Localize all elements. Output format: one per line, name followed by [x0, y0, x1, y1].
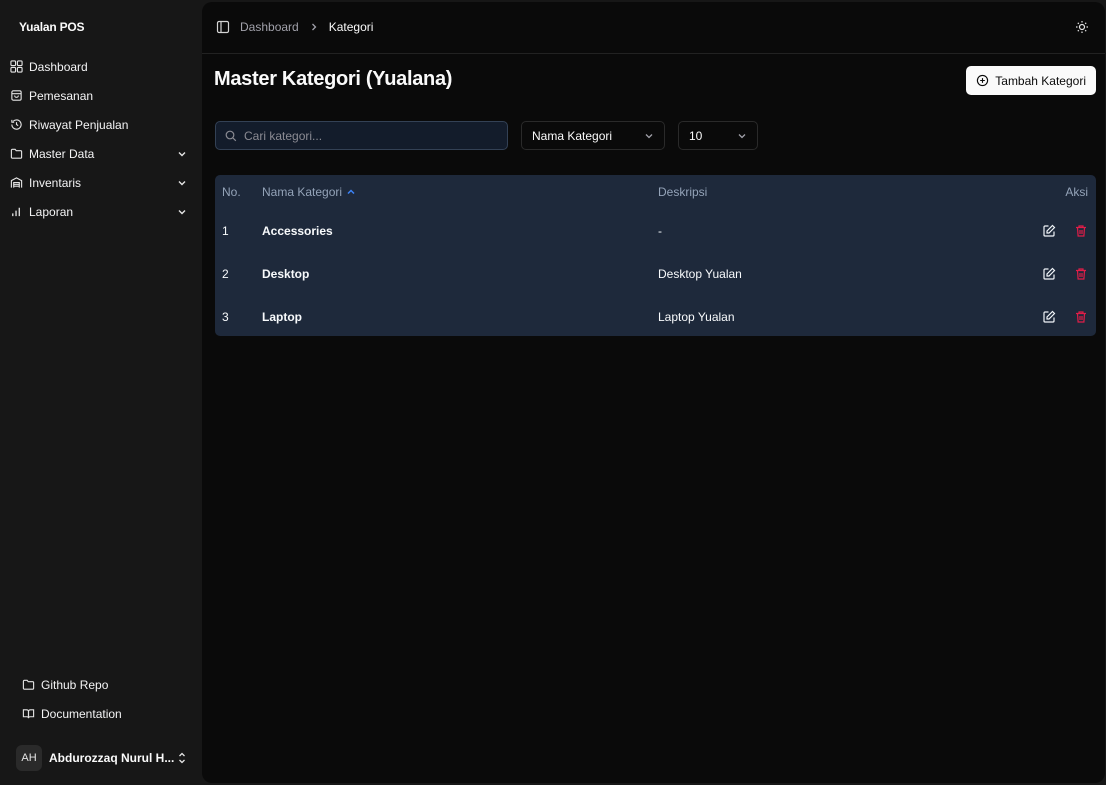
chevron-up-icon [346, 187, 356, 197]
documentation-link[interactable]: Documentation [16, 699, 196, 728]
sidebar-item-dashboard[interactable]: Dashboard [4, 52, 198, 81]
row-number: 2 [222, 266, 229, 281]
app-brand[interactable]: Yualan POS [19, 20, 85, 34]
sun-icon[interactable] [1075, 20, 1089, 34]
page-size-value: 10 [689, 128, 703, 143]
trash-icon[interactable] [1074, 224, 1088, 238]
sidebar-item-master-data[interactable]: Master Data [4, 139, 198, 168]
edit-icon[interactable] [1042, 310, 1056, 324]
column-header-actions: Aksi [1065, 185, 1088, 199]
bar-chart-icon [10, 205, 23, 218]
column-header-name-label: Nama Kategori [262, 185, 343, 199]
sidebar-item-label: Dashboard [29, 59, 88, 74]
row-description: - [658, 223, 662, 238]
user-name: Abdurozzaq Nurul H... [49, 751, 175, 765]
edit-icon[interactable] [1042, 224, 1056, 238]
row-actions [1008, 267, 1096, 281]
app-root: Yualan POS Dashboard Pemesanan Riwayat P… [0, 0, 1106, 785]
table-row: 3 Laptop Laptop Yualan [215, 295, 1096, 336]
main-panel: Dashboard Kategori Master Kategori (Yual… [202, 2, 1105, 783]
avatar: AH [16, 745, 42, 771]
column-header-no: No. [222, 185, 241, 199]
edit-icon[interactable] [1042, 267, 1056, 281]
warehouse-icon [10, 176, 23, 189]
chevron-down-icon [644, 131, 654, 141]
row-name: Laptop [262, 309, 302, 324]
search-input[interactable] [244, 128, 494, 143]
add-category-label: Tambah Kategori [995, 73, 1086, 88]
sidebar-secondary-nav: Github Repo Documentation [16, 670, 196, 728]
sidebar-item-laporan[interactable]: Laporan [4, 197, 198, 226]
sidebar-item-label: Inventaris [29, 175, 82, 190]
sidebar: Yualan POS Dashboard Pemesanan Riwayat P… [0, 0, 202, 785]
page-title: Master Kategori (Yualana) [214, 68, 453, 90]
table-row: 1 Accessories - [215, 209, 1096, 252]
plus-circle-icon [976, 74, 989, 87]
sidebar-item-label: Pemesanan [29, 88, 94, 103]
documentation-label: Documentation [41, 706, 122, 721]
search-box [215, 121, 508, 150]
grid-icon [10, 60, 23, 73]
folder-icon [22, 678, 35, 691]
add-category-button[interactable]: Tambah Kategori [966, 66, 1096, 95]
chevron-down-icon [176, 206, 188, 218]
table-header: No. Nama Kategori Deskripsi Aksi [215, 175, 1096, 209]
chevron-down-icon [737, 131, 747, 141]
row-actions [1008, 224, 1096, 238]
shopping-bag-icon [10, 89, 23, 102]
breadcrumb: Dashboard Kategori [240, 20, 373, 34]
row-actions [1008, 310, 1096, 324]
topbar: Dashboard Kategori [202, 2, 1105, 54]
row-number: 1 [222, 223, 229, 238]
column-header-name[interactable]: Nama Kategori [262, 185, 658, 199]
category-table: No. Nama Kategori Deskripsi Aksi 1 Acces… [215, 175, 1096, 336]
sidebar-item-pemesanan[interactable]: Pemesanan [4, 81, 198, 110]
row-number: 3 [222, 309, 229, 324]
sidebar-toggle-icon[interactable] [216, 20, 230, 34]
sidebar-item-inventaris[interactable]: Inventaris [4, 168, 198, 197]
sidebar-item-label: Master Data [29, 146, 95, 161]
breadcrumb-current: Kategori [328, 20, 374, 34]
search-icon [225, 130, 237, 142]
github-repo-link[interactable]: Github Repo [16, 670, 196, 699]
github-repo-label: Github Repo [41, 677, 109, 692]
row-name: Desktop [262, 266, 310, 281]
chevron-down-icon [176, 148, 188, 160]
trash-icon[interactable] [1074, 267, 1088, 281]
breadcrumb-dashboard-link[interactable]: Dashboard [240, 20, 299, 34]
page-size-select[interactable]: 10 [678, 121, 758, 150]
row-name: Accessories [262, 223, 333, 238]
column-header-description: Deskripsi [658, 185, 708, 199]
book-open-icon [22, 707, 35, 720]
history-icon [10, 118, 23, 131]
chevrons-up-down-icon [176, 751, 188, 765]
chevron-right-icon [309, 22, 319, 32]
chevron-down-icon [176, 177, 188, 189]
sort-field-select[interactable]: Nama Kategori [521, 121, 665, 150]
sidebar-item-label: Riwayat Penjualan [29, 117, 129, 132]
row-description: Laptop Yualan [658, 309, 735, 324]
sidebar-item-label: Laporan [29, 204, 74, 219]
sidebar-item-riwayat-penjualan[interactable]: Riwayat Penjualan [4, 110, 198, 139]
trash-icon[interactable] [1074, 310, 1088, 324]
sort-field-value: Nama Kategori [532, 128, 613, 143]
folder-icon [10, 147, 23, 160]
row-description: Desktop Yualan [658, 266, 742, 281]
user-menu[interactable]: AH Abdurozzaq Nurul H... [16, 744, 188, 772]
table-row: 2 Desktop Desktop Yualan [215, 252, 1096, 295]
sidebar-nav: Dashboard Pemesanan Riwayat Penjualan Ma… [4, 52, 198, 226]
